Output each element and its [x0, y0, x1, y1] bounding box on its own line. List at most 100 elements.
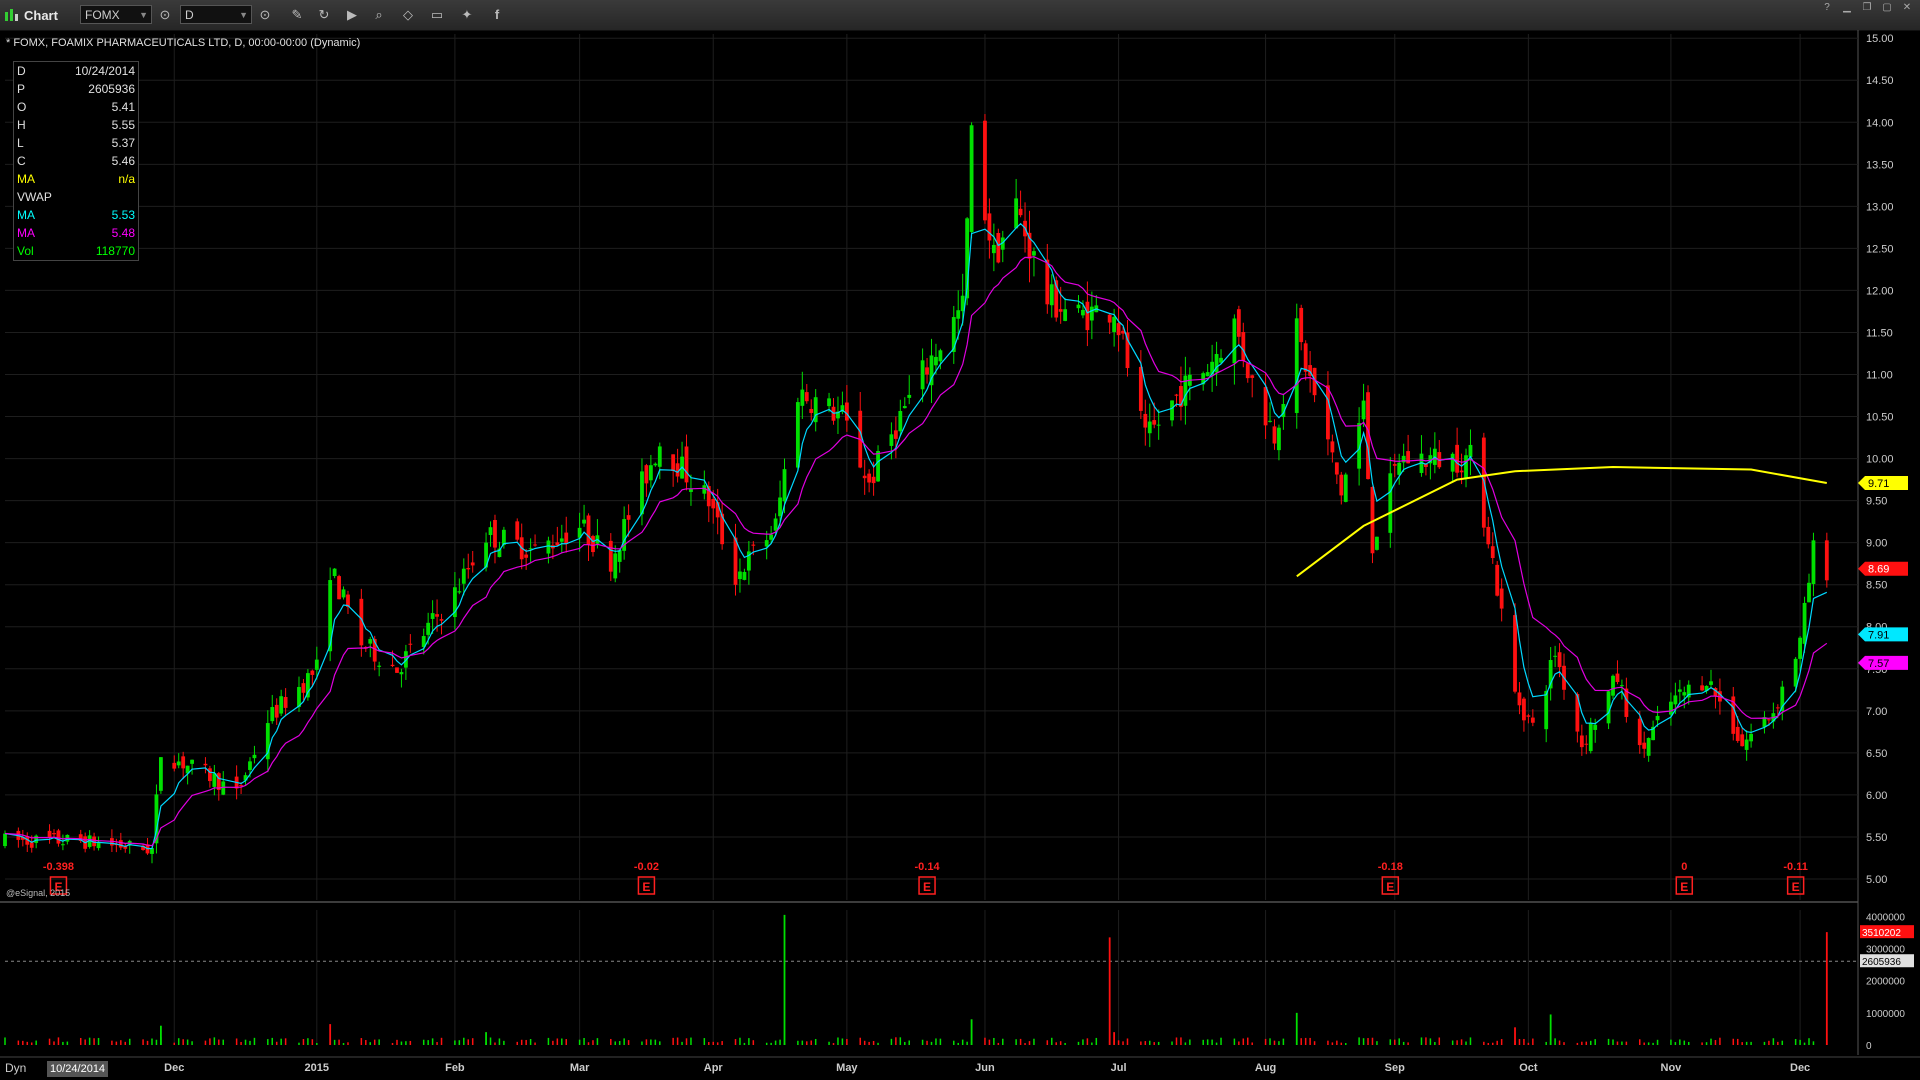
window-title: Chart [24, 8, 58, 23]
candle-body [1397, 462, 1402, 475]
candle-body [1299, 307, 1304, 343]
refresh-icon[interactable]: ↻ [314, 5, 334, 25]
candle-body [457, 591, 462, 593]
tag-icon[interactable]: ◇ [398, 5, 418, 25]
earnings-value: -0.02 [634, 861, 659, 873]
candle-body [1677, 689, 1682, 692]
earnings-icon-letter: E [1386, 880, 1394, 894]
data-window-row: P 2605936 [14, 80, 138, 98]
candle-body [938, 350, 943, 362]
candle-body [559, 538, 564, 542]
candle-body [1147, 421, 1152, 434]
time-tick-label: Nov [1661, 1062, 1683, 1074]
candle-body [1085, 301, 1090, 331]
price-tick-label: 10.50 [1866, 412, 1894, 424]
interval-input[interactable]: D ▼ [180, 5, 252, 24]
time-tick-label: Jul [1111, 1062, 1127, 1074]
candle-body [684, 446, 689, 483]
candle-body [118, 840, 123, 848]
candle-body [1063, 309, 1068, 321]
candle-body [1277, 427, 1281, 451]
candle-body [1807, 582, 1811, 603]
candle-body [626, 515, 631, 520]
candle-body [435, 614, 439, 617]
candle-body [795, 402, 800, 468]
candle-body [301, 683, 306, 693]
close-icon[interactable]: ✕ [1898, 2, 1916, 14]
candle-body [1388, 473, 1393, 533]
symbol-link-icon[interactable]: ⊙ [155, 5, 175, 25]
zoom-icon[interactable]: ⌕ [369, 5, 389, 25]
chevron-down-icon: ▼ [239, 10, 248, 20]
candle-body [493, 519, 497, 548]
chat-icon[interactable]: ▭ [427, 5, 447, 25]
ma-long-line [1296, 465, 1827, 578]
time-tick-label: Dec [164, 1062, 184, 1074]
data-window-key: C [17, 154, 26, 168]
pencil-icon[interactable]: ✎ [287, 5, 307, 25]
candle-body [862, 475, 867, 479]
help-icon[interactable]: ? [1818, 2, 1836, 14]
candle-body [461, 568, 466, 584]
candle-body [1793, 658, 1798, 687]
candle-body [1401, 455, 1406, 463]
data-window-value: n/a [118, 172, 135, 186]
earnings-icon-letter: E [1792, 880, 1800, 894]
candle-body [1112, 316, 1117, 332]
twitter-icon[interactable]: ✦ [457, 5, 477, 25]
candle-body [337, 576, 341, 600]
candle-body [1557, 652, 1562, 668]
candle-body [1584, 743, 1589, 745]
price-axis: 15.00 14.50 14.00 13.50 13.00 12.50 12.00 11.50… [1866, 33, 1894, 886]
candle-body [176, 761, 181, 766]
earnings-markers: -0.398E-0.02E-0.14E-0.18E0E-0.11E [43, 861, 1808, 895]
play-icon[interactable]: ▶ [342, 5, 362, 25]
data-window-value: 2605936 [88, 82, 135, 96]
data-window-key: VWAP [17, 190, 52, 204]
earnings-icon-letter: E [923, 880, 931, 894]
candle-body [782, 469, 787, 502]
candle-body [711, 498, 716, 509]
facebook-icon[interactable]: f [487, 5, 507, 25]
candle-body [934, 356, 938, 366]
candle-body [640, 471, 644, 515]
candle-body [613, 553, 618, 579]
candle-body [1152, 420, 1157, 425]
chart-header: * FOMX, FOAMIX PHARMACEUTICALS LTD, D, 0… [6, 37, 361, 49]
price-tick-label: 11.50 [1866, 327, 1893, 339]
volume-tick-label: 2000000 [1866, 977, 1905, 988]
interval-link-icon[interactable]: ⊙ [255, 5, 275, 25]
minimize-icon[interactable]: ▁ [1838, 2, 1856, 14]
credit-label: @eSignal, 2015 [6, 888, 71, 898]
data-window-key: MA [17, 226, 35, 240]
maximize-icon[interactable]: ▢ [1878, 2, 1896, 14]
data-window-value: 5.46 [111, 154, 135, 168]
candle-body [1294, 318, 1299, 414]
data-window-value: 5.41 [111, 100, 135, 114]
dynamic-mode-label[interactable]: Dyn [5, 1061, 26, 1075]
candle-body [239, 785, 243, 787]
candle-body [1450, 453, 1455, 472]
candle-body [1530, 717, 1535, 723]
candle-body [827, 398, 831, 407]
candle-body [1495, 564, 1500, 596]
candle-body [1272, 426, 1277, 444]
data-window-value: 5.53 [111, 208, 135, 222]
candle-body [564, 532, 569, 545]
candle-body [1339, 474, 1344, 496]
cursor-date-box: 10/24/2014 [47, 1061, 109, 1077]
earnings-value: -0.11 [1783, 861, 1807, 873]
candle-body [893, 430, 898, 439]
earnings-value: 0 [1681, 861, 1687, 873]
candle-body [1058, 309, 1063, 312]
candle-body [274, 704, 279, 718]
candle-body [3, 833, 7, 847]
restore-icon[interactable]: ❐ [1858, 2, 1876, 14]
candles [3, 114, 1829, 864]
price-tick-label: 10.00 [1866, 454, 1894, 466]
price-tick-label: 13.00 [1866, 201, 1894, 213]
symbol-input[interactable]: FOMX ▼ [80, 5, 152, 24]
candle-body [1250, 375, 1255, 378]
price-chart[interactable]: 15.00 14.50 14.00 13.50 13.00 12.50 12.00 11.50… [0, 30, 1920, 1080]
candle-body [844, 402, 849, 421]
